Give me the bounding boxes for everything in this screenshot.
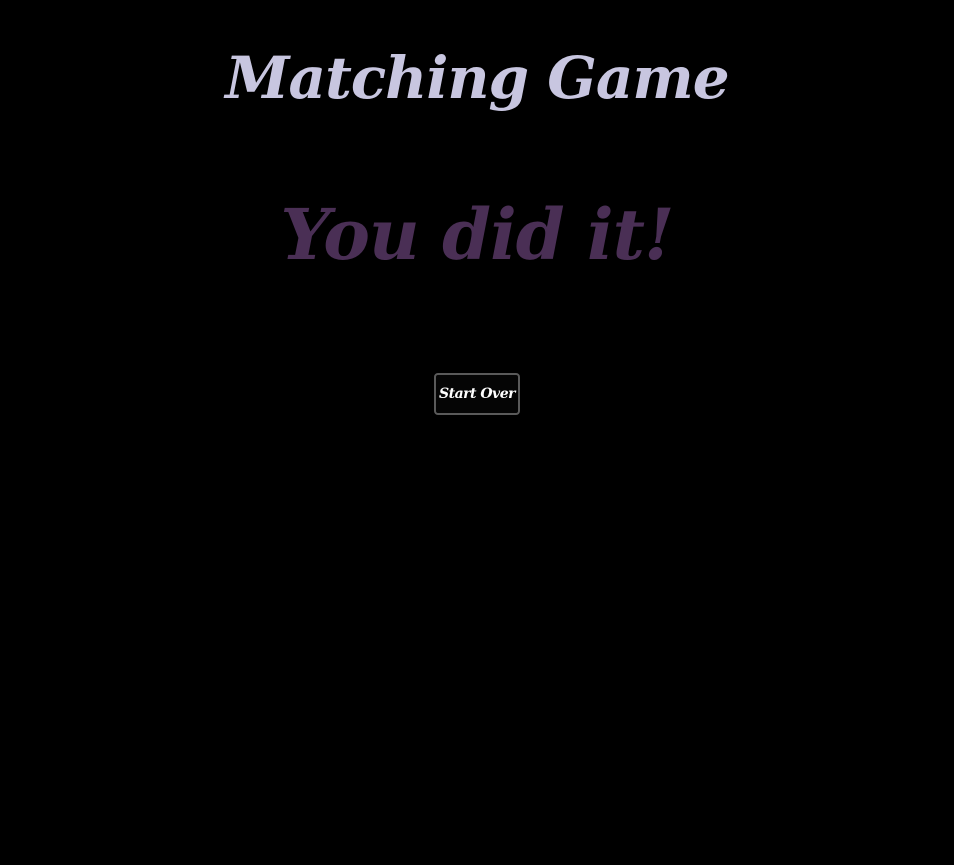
game-screen: Matching Game You did it! Start Over (0, 0, 954, 865)
win-message: You did it! (280, 193, 674, 276)
start-over-button[interactable]: Start Over (434, 373, 520, 415)
game-title: Matching Game (225, 44, 729, 112)
